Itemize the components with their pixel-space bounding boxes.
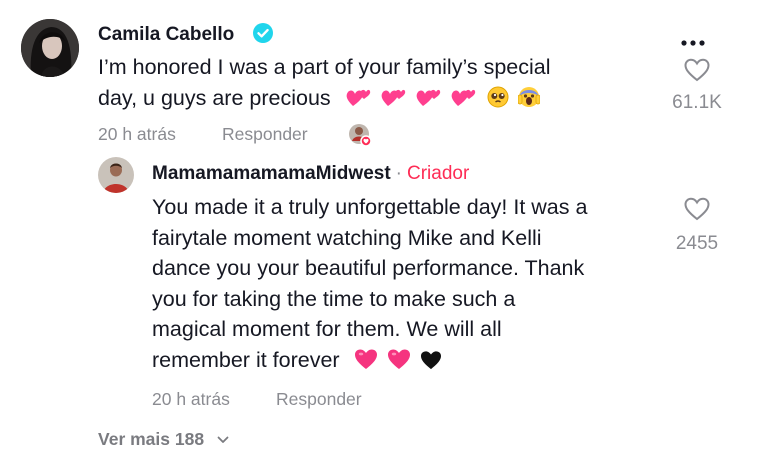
reply-button[interactable]: Responder (276, 389, 362, 410)
reply-button[interactable]: Responder (222, 124, 308, 145)
creator-badge: Criador (406, 163, 470, 184)
reply-timestamp: 20 h atrás (152, 389, 230, 409)
pink-heart-icon (354, 348, 378, 379)
reply-text-line6: remember it forever (152, 347, 340, 372)
verified-check-icon (253, 23, 273, 43)
comment-text-line: day, u guys are precious (98, 83, 658, 117)
reply-text-line: dance you your beautiful performance. Th… (152, 256, 585, 280)
like-heart-icon[interactable] (684, 58, 710, 82)
pink-heart-icon (387, 348, 411, 379)
like-count: 2455 (675, 233, 719, 254)
reply-text-line: remember it forever (152, 345, 672, 379)
reply-text-line: you for taking the time to make such a (152, 286, 516, 311)
two-hearts-icon (415, 86, 441, 117)
avatar[interactable] (98, 157, 134, 193)
comment-username[interactable]: Camila Cabello (98, 24, 234, 46)
reply-text-line: fairytale moment watching Mike and Kelli (152, 225, 542, 250)
comment-text-line2: day, u guys are precious (98, 85, 331, 110)
like-heart-icon[interactable] (684, 197, 710, 221)
avatar[interactable] (21, 19, 79, 77)
reply-text-line: You made it a truly unforgettable day! I… (152, 195, 588, 219)
separator-dot: · (395, 163, 402, 184)
view-more-label: Ver mais 188 (98, 429, 205, 449)
two-hearts-icon (345, 86, 371, 117)
comment-timestamp: 20 h atrás (98, 124, 176, 144)
two-hearts-icon (450, 86, 476, 117)
pleading-face-icon (487, 86, 509, 117)
two-hearts-icon (380, 86, 406, 117)
view-more-replies-button[interactable]: Ver mais 188 (98, 428, 229, 450)
face-screaming-icon (517, 86, 540, 117)
like-count: 61.1K (672, 92, 722, 113)
creator-liked-avatar (348, 123, 372, 147)
black-heart-icon (420, 348, 442, 379)
chevron-down-icon (217, 428, 229, 449)
reply-username-row: MamamamamamaMidwest · Criador (152, 163, 469, 185)
comment-text: I’m honored I was a part of your family’… (98, 52, 658, 116)
comment-text-line: I’m honored I was a part of your family’… (98, 55, 551, 79)
reply-text: You made it a truly unforgettable day! I… (152, 192, 672, 378)
reply-username[interactable]: MamamamamamaMidwest (152, 163, 391, 184)
reply-text-line: magical moment for them. We will all (152, 317, 502, 341)
more-options-icon[interactable] (680, 34, 706, 46)
